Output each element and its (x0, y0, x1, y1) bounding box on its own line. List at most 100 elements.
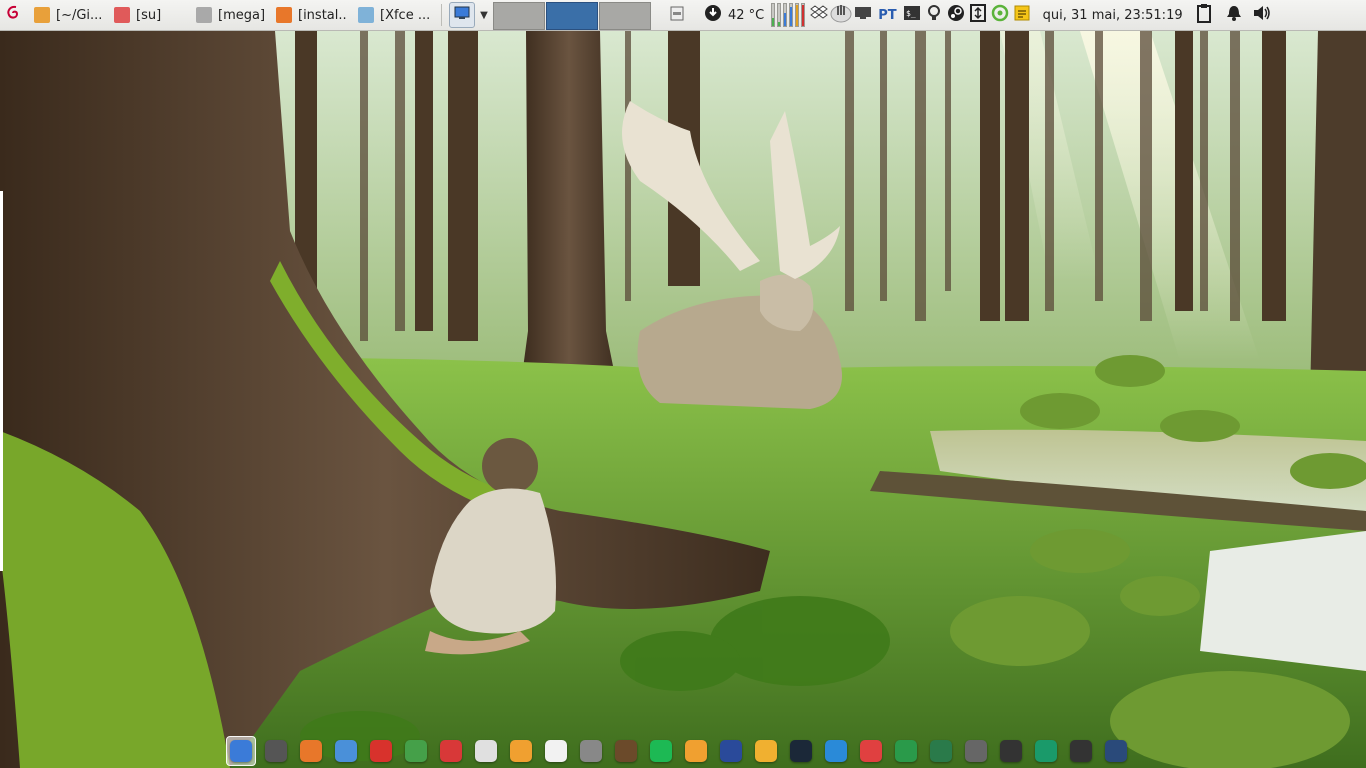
clipboard-icon (1196, 3, 1212, 27)
clipboard-icon (668, 4, 686, 26)
dock-item-owl-app[interactable] (611, 736, 641, 766)
display-tray[interactable] (852, 0, 874, 31)
download-indicator[interactable] (702, 0, 724, 31)
dropbox-icon (810, 5, 829, 25)
notifications-tray[interactable] (1223, 0, 1245, 31)
dock-item-dark-app[interactable] (1066, 736, 1096, 766)
debian-swirl-icon (6, 5, 22, 25)
dock-item-gray-app[interactable] (961, 736, 991, 766)
volume-icon (1252, 4, 1272, 26)
dropbox-tray[interactable] (808, 0, 830, 31)
temperature-readout[interactable]: 42 °C (724, 8, 768, 23)
text-editor-icon (545, 739, 567, 762)
dock-item-steam[interactable] (786, 736, 816, 766)
load-bar (789, 3, 794, 27)
dock-item-green-app[interactable] (1031, 736, 1061, 766)
dock-item-spotify[interactable] (646, 736, 676, 766)
dock-item-files[interactable] (261, 736, 291, 766)
dock-item-red-app[interactable] (436, 736, 466, 766)
target-icon (991, 4, 1009, 26)
dock-item-transfer-app[interactable] (856, 736, 886, 766)
load-bar (771, 3, 776, 27)
load-bar (783, 3, 788, 27)
dock-item-sublime-text[interactable] (506, 736, 536, 766)
system-load-monitor[interactable] (768, 3, 808, 27)
green-app-icon (1035, 739, 1057, 762)
dock-item-tux[interactable] (996, 736, 1026, 766)
dock-item-firefox[interactable] (296, 736, 326, 766)
taskbar-button-label: [Xfce ... (380, 7, 431, 23)
workspace-2[interactable] (546, 1, 598, 30)
download-icon (704, 4, 722, 26)
workspace-1[interactable] (493, 1, 545, 30)
applications-menu-button[interactable] (0, 0, 28, 31)
dock-item-text-editor[interactable] (541, 736, 571, 766)
taskbar-button[interactable]: [~/Gi... (28, 0, 108, 31)
volume-tray[interactable] (1251, 0, 1273, 31)
dock-item-star-app[interactable] (751, 736, 781, 766)
clock[interactable]: qui, 31 mai, 23:51:19 (1039, 8, 1187, 23)
taskbar-button[interactable]: [Xfce ... (352, 0, 438, 31)
bulb-tray[interactable] (923, 0, 945, 31)
green-folder-icon (895, 739, 917, 762)
dock-item-document-app[interactable] (471, 736, 501, 766)
steam-tray[interactable] (945, 0, 967, 31)
owl-app-icon (615, 739, 637, 762)
desktop-wallpaper[interactable] (0, 31, 1366, 768)
dock-item-chat-app[interactable] (1101, 736, 1131, 766)
forest-scene (0, 31, 1366, 768)
window-list-menu-button[interactable]: ▼ (475, 0, 493, 31)
svg-text:$_: $_ (906, 9, 916, 18)
dock-item-green-folder[interactable] (891, 736, 921, 766)
workspace-3[interactable] (599, 1, 651, 30)
sublime-text-icon (34, 7, 50, 23)
load-bar (795, 3, 800, 27)
chevron-down-icon: ▼ (480, 9, 488, 21)
steam-icon (790, 739, 812, 762)
dock-item-tree-app[interactable] (401, 736, 431, 766)
terminal-icon (114, 7, 130, 23)
dock-item-night-app[interactable] (716, 736, 746, 766)
transfer-app-icon (860, 739, 882, 762)
hand-icon (830, 3, 852, 27)
transfer-tray[interactable] (967, 0, 989, 31)
spotify-icon (650, 739, 672, 762)
vivaldi-icon (370, 739, 392, 762)
touchpad-tray[interactable] (830, 0, 852, 31)
dock-item-vivaldi[interactable] (366, 736, 396, 766)
archive-icon (580, 739, 602, 762)
top-panel: [~/Gi... [su] [mega] [instal... [Xfce ... ▼ … (0, 0, 1366, 31)
dock-item-show-desktop[interactable] (226, 735, 256, 766)
terminal-icon: $_ (903, 4, 921, 26)
clipboard-tray[interactable] (1193, 0, 1215, 31)
taskbar-button[interactable]: [instal... (270, 0, 352, 31)
star-app-icon (755, 739, 777, 762)
keyboard-layout-indicator[interactable]: PT (874, 8, 900, 23)
tux-icon (1000, 739, 1022, 762)
sync-tray[interactable] (989, 0, 1011, 31)
chromium-icon (335, 739, 357, 762)
red-app-icon (440, 739, 462, 762)
tree-app-icon (405, 739, 427, 762)
terminal-tray[interactable]: $_ (901, 0, 923, 31)
clipboard-manager[interactable] (666, 0, 688, 31)
dock-item-moon-app[interactable] (681, 736, 711, 766)
window-icon (358, 7, 374, 23)
notes-icon (1013, 4, 1031, 26)
separator (441, 4, 442, 26)
taskbar-button[interactable]: [mega] (190, 0, 270, 31)
notes-tray[interactable] (1011, 0, 1033, 31)
taskbar-button-label: [mega] (218, 7, 264, 23)
dock-item-monitor-app[interactable] (821, 736, 851, 766)
chat-app-icon (1105, 739, 1127, 762)
taskbar-button[interactable]: [su] (108, 0, 190, 31)
show-desktop-button[interactable] (449, 2, 475, 28)
desktop-icon (454, 6, 470, 24)
dark-app-icon (1070, 739, 1092, 762)
dock-item-chromium[interactable] (331, 736, 361, 766)
application-dock (226, 733, 1136, 768)
load-bar (777, 3, 782, 27)
workspace-switcher (493, 1, 652, 30)
dock-item-archive[interactable] (576, 736, 606, 766)
dock-item-cube-app[interactable] (926, 736, 956, 766)
